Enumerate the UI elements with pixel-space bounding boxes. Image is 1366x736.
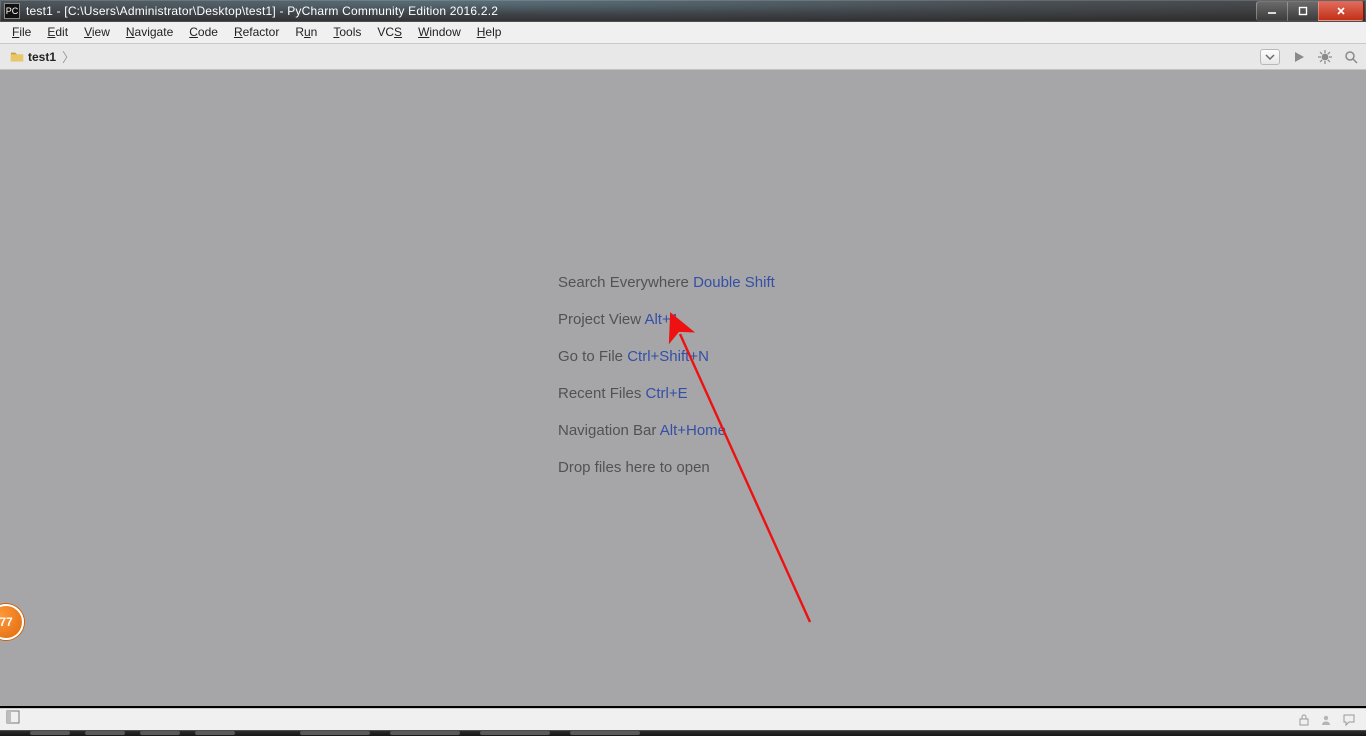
editor-hint-row: Recent Files Ctrl+E	[558, 386, 775, 401]
editor-hint-row: Go to File Ctrl+Shift+N	[558, 349, 775, 364]
chevron-right-icon: 〉	[62, 47, 75, 66]
editor-hint-shortcut: Alt+Home	[660, 422, 726, 439]
speech-bubble-icon	[1342, 713, 1356, 727]
folder-icon	[10, 50, 24, 64]
menu-item-7[interactable]: Tools	[325, 23, 369, 42]
layout-icon	[6, 710, 20, 724]
tool-windows-quick-access[interactable]	[0, 710, 26, 729]
menu-item-6[interactable]: Run	[287, 23, 325, 42]
breadcrumb-project[interactable]: test1 〉	[0, 44, 79, 69]
debug-button[interactable]	[1318, 50, 1332, 64]
lock-icon	[1298, 714, 1310, 726]
editor-hint-row: Navigation Bar Alt+Home	[558, 423, 775, 438]
editor-hint-shortcut: Alt+1	[644, 311, 679, 328]
bug-icon	[1318, 50, 1332, 64]
menu-item-2[interactable]: View	[76, 23, 118, 42]
event-log[interactable]	[1342, 713, 1356, 727]
menu-item-1[interactable]: Edit	[39, 23, 76, 42]
person-silhouette-icon	[1320, 714, 1332, 726]
search-icon	[1344, 50, 1358, 64]
menu-item-3[interactable]: Navigate	[118, 23, 181, 42]
menu-item-8[interactable]: VCS	[369, 23, 410, 42]
window-controls	[1257, 1, 1364, 21]
toolbar-right	[1260, 49, 1366, 65]
editor-hint-label: Project View	[558, 311, 644, 328]
editor-hint-label: Search Everywhere	[558, 274, 693, 291]
menu-item-5[interactable]: Refactor	[226, 23, 287, 42]
editor-hint-shortcut: Ctrl+Shift+N	[627, 348, 709, 365]
ide-notifications[interactable]	[1320, 714, 1332, 726]
editor-hint-shortcut: Double Shift	[693, 274, 775, 291]
editor-empty-hints: Search Everywhere Double Shift Project Vi…	[558, 275, 775, 497]
navigation-bar: test1 〉	[0, 44, 1366, 70]
menu-item-0[interactable]: File	[4, 23, 39, 42]
run-config-dropdown[interactable]	[1260, 49, 1280, 65]
window-titlebar: PC test1 - [C:\Users\Administrator\Deskt…	[0, 0, 1366, 22]
play-icon	[1292, 50, 1306, 64]
menu-item-10[interactable]: Help	[469, 23, 510, 42]
inspections-indicator[interactable]	[1298, 714, 1310, 726]
maximize-button[interactable]	[1287, 1, 1319, 21]
editor-area-empty[interactable]: Search Everywhere Double Shift Project Vi…	[0, 70, 1366, 706]
editor-hint-label: Recent Files	[558, 385, 646, 402]
breadcrumb-project-label: test1	[28, 50, 56, 64]
editor-hint-row: Project View Alt+1	[558, 312, 775, 327]
menu-item-4[interactable]: Code	[181, 23, 226, 42]
search-button[interactable]	[1344, 50, 1358, 64]
pycharm-app-icon: PC	[4, 3, 20, 19]
window-title: test1 - [C:\Users\Administrator\Desktop\…	[26, 4, 1257, 18]
editor-hint-row: Drop files here to open	[558, 460, 775, 475]
editor-hint-label: Navigation Bar	[558, 422, 660, 439]
os-taskbar-partial	[0, 730, 1366, 736]
close-button[interactable]	[1318, 1, 1364, 21]
main-menu-bar: FileEditViewNavigateCodeRefactorRunTools…	[0, 22, 1366, 44]
minimize-button[interactable]	[1256, 1, 1288, 21]
editor-hint-shortcut: Ctrl+E	[646, 385, 688, 402]
menu-item-9[interactable]: Window	[410, 23, 469, 42]
editor-hint-label: Go to File	[558, 348, 627, 365]
status-bar	[0, 708, 1366, 730]
run-button[interactable]	[1292, 50, 1306, 64]
editor-hint-label: Drop files here to open	[558, 459, 710, 476]
editor-hint-row: Search Everywhere Double Shift	[558, 275, 775, 290]
